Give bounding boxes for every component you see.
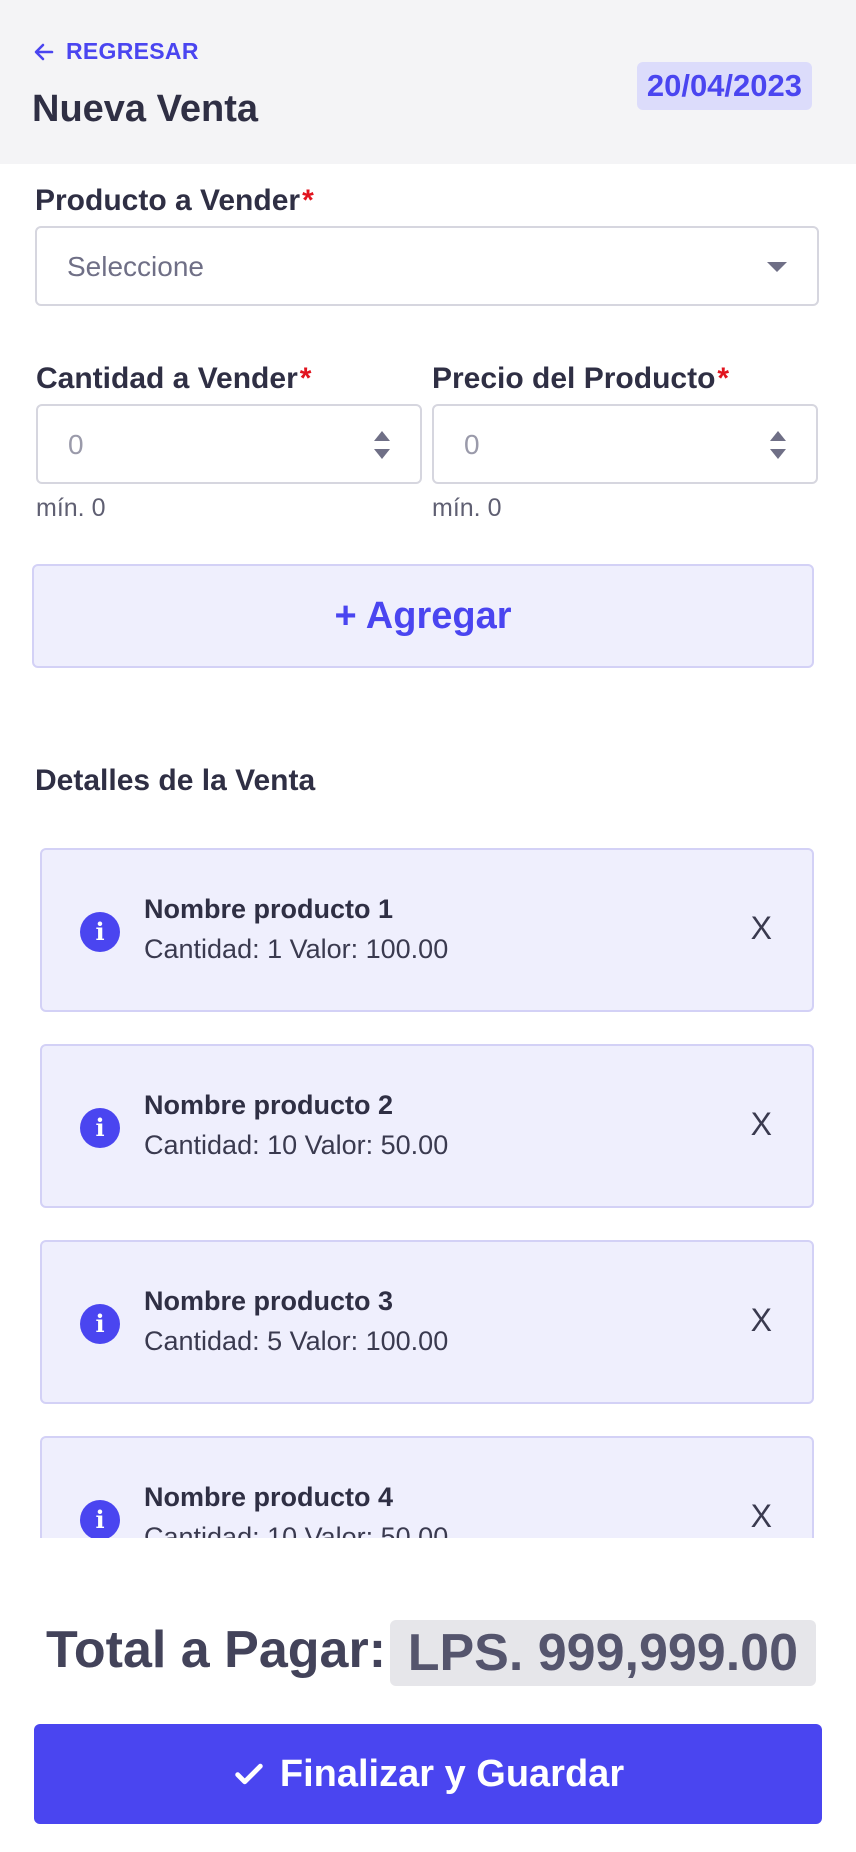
date-badge: 20/04/2023 xyxy=(636,62,812,110)
remove-item-button[interactable]: X xyxy=(751,1106,772,1143)
info-icon: i xyxy=(80,1108,120,1148)
quantity-input[interactable]: 0 xyxy=(36,404,422,484)
back-link-label: REGRESAR xyxy=(66,38,199,64)
back-link[interactable]: REGRESAR xyxy=(32,38,199,65)
product-select[interactable]: Seleccione xyxy=(35,226,819,306)
product-select-value: Seleccione xyxy=(67,251,204,282)
price-hint: mín. 0 xyxy=(432,494,502,522)
page-header: REGRESAR Nueva Venta 20/04/2023 xyxy=(0,0,856,164)
quantity-hint: mín. 0 xyxy=(36,494,106,522)
info-icon: i xyxy=(80,1304,120,1344)
product-label: Producto a Vender* xyxy=(35,184,314,218)
item-name: Nombre producto 2 xyxy=(144,1090,394,1120)
section-title: Detalles de la Venta xyxy=(35,764,316,797)
item-name: Nombre producto 3 xyxy=(144,1286,394,1316)
quantity-label-text: Cantidad a Vender xyxy=(36,362,298,395)
price-input[interactable]: 0 xyxy=(432,404,818,484)
list-item: i Nombre producto 3 Cantidad: 5 Valor: 1… xyxy=(40,1240,814,1404)
info-icon: i xyxy=(80,912,120,952)
remove-item-button[interactable]: X xyxy=(751,1498,772,1535)
required-mark: * xyxy=(717,362,730,395)
page-title: Nueva Venta xyxy=(32,88,258,130)
total-label: Total a Pagar: xyxy=(46,1621,387,1679)
required-mark: * xyxy=(299,362,312,395)
item-name: Nombre producto 1 xyxy=(144,894,394,924)
total-value: LPS. 999,999.00 xyxy=(389,1620,816,1686)
quantity-input-value: 0 xyxy=(68,429,84,460)
price-label: Precio del Producto* xyxy=(432,362,729,396)
item-detail: Cantidad: 10 Valor: 50.00 xyxy=(144,1130,449,1160)
list-item: i Nombre producto 2 Cantidad: 10 Valor: … xyxy=(40,1044,814,1208)
item-detail: Cantidad: 1 Valor: 100.00 xyxy=(144,934,449,964)
item-detail: Cantidad: 5 Valor: 100.00 xyxy=(144,1326,449,1356)
check-icon xyxy=(235,1763,263,1785)
product-label-text: Producto a Vender xyxy=(35,184,301,217)
add-button[interactable]: + Agregar xyxy=(32,564,814,668)
required-mark: * xyxy=(302,184,314,217)
list-item: i Nombre producto 1 Cantidad: 1 Valor: 1… xyxy=(40,848,814,1012)
price-label-text: Precio del Producto xyxy=(432,362,716,395)
remove-item-button[interactable]: X xyxy=(751,1302,772,1339)
info-icon: i xyxy=(80,1500,120,1538)
spinner-icon[interactable] xyxy=(770,431,786,459)
caret-down-icon xyxy=(767,262,787,272)
list-item: i Nombre producto 4 Cantidad: 10 Valor: … xyxy=(40,1436,814,1538)
remove-item-button[interactable]: X xyxy=(751,910,772,947)
arrow-left-icon xyxy=(34,43,54,60)
finish-save-button[interactable]: Finalizar y Guardar xyxy=(34,1724,822,1824)
item-detail: Cantidad: 10 Valor: 50.00 xyxy=(144,1522,449,1538)
item-name: Nombre producto 4 xyxy=(144,1482,394,1512)
spinner-icon[interactable] xyxy=(374,431,390,459)
finish-save-label: Finalizar y Guardar xyxy=(279,1752,625,1795)
price-input-value: 0 xyxy=(464,429,480,460)
sale-items-list[interactable]: i Nombre producto 1 Cantidad: 1 Valor: 1… xyxy=(0,830,856,1538)
quantity-label: Cantidad a Vender* xyxy=(36,362,311,396)
